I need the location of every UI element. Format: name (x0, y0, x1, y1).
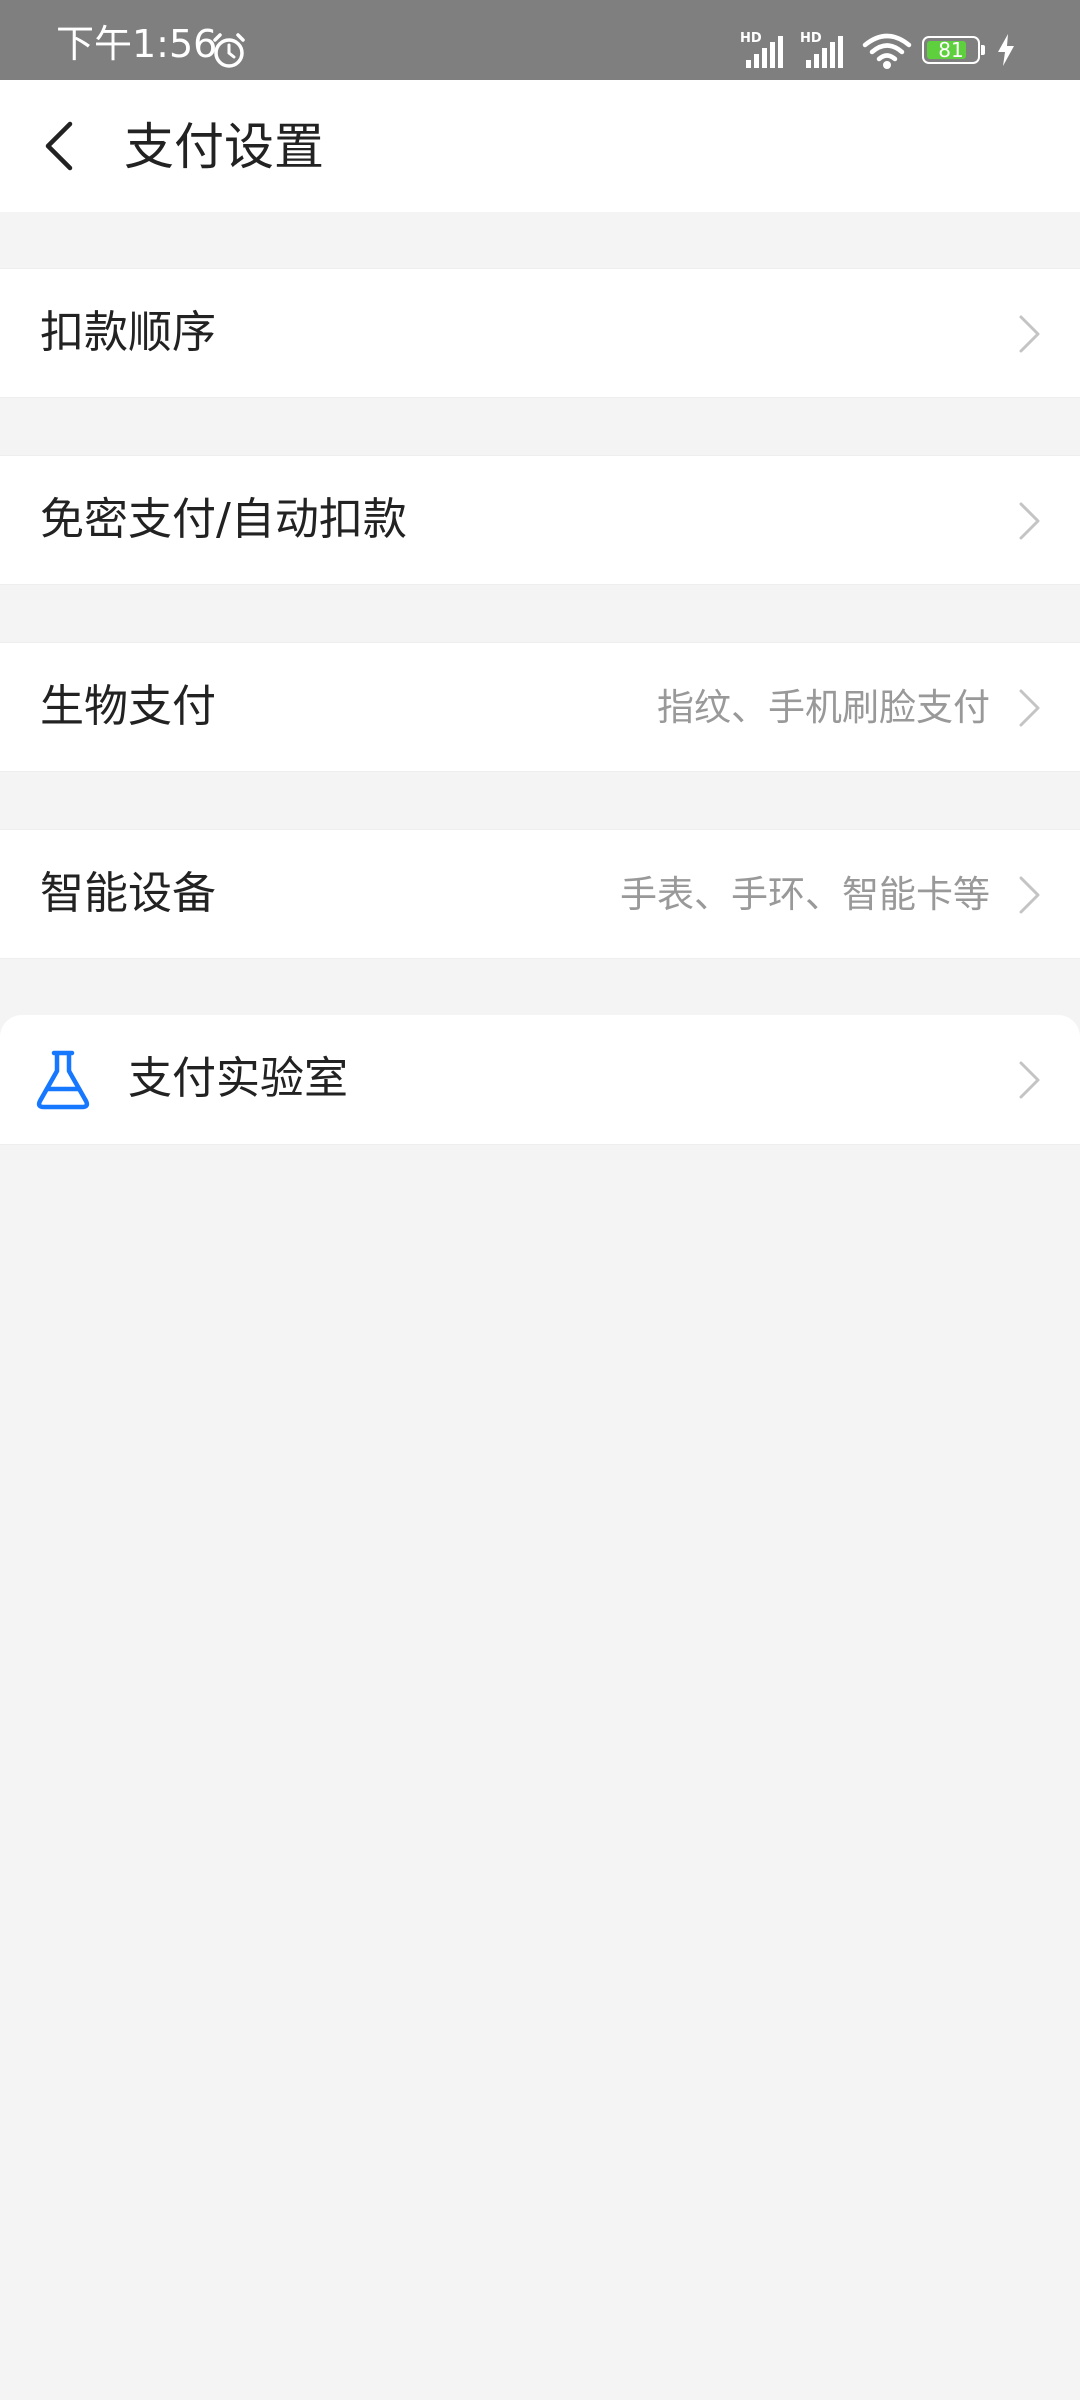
battery-tip (981, 45, 985, 55)
alarm-icon (213, 33, 245, 68)
chevron-right-icon (1019, 689, 1040, 727)
deduction-order-row[interactable]: 扣款顺序 (0, 268, 1080, 398)
status-time: 下午1:56 (56, 22, 218, 66)
password-free-payment-row[interactable]: 免密支付/自动扣款 (0, 455, 1080, 585)
chevron-right-icon (1019, 876, 1040, 914)
chevron-right-icon (1019, 315, 1040, 353)
biometric-payment-value: 指纹、手机刷脸支付 (657, 686, 990, 729)
payment-lab-row[interactable]: 支付实验室 (0, 1015, 1080, 1145)
payment-lab-label: 支付实验室 (128, 1053, 348, 1104)
flask-icon (36, 1050, 90, 1110)
battery-icon: 81 (922, 36, 980, 64)
back-button[interactable] (30, 114, 94, 178)
page-title: 支付设置 (124, 118, 324, 176)
smart-devices-label: 智能设备 (40, 868, 216, 919)
status-bar: 下午1:56 HD HD 81 (0, 0, 1080, 80)
signal-icon (806, 36, 843, 68)
nav-bar: 支付设置 (0, 80, 1080, 212)
status-icons: HD HD 81 (740, 30, 1030, 70)
smart-devices-row[interactable]: 智能设备 手表、手环、智能卡等 (0, 829, 1080, 959)
charging-icon (998, 34, 1014, 66)
wifi-icon (862, 33, 912, 69)
biometric-payment-row[interactable]: 生物支付 指纹、手机刷脸支付 (0, 642, 1080, 772)
battery-level: 81 (938, 38, 964, 62)
chevron-right-icon (1019, 502, 1040, 540)
smart-devices-value: 手表、手环、智能卡等 (620, 873, 990, 916)
password-free-payment-label: 免密支付/自动扣款 (40, 494, 407, 545)
biometric-payment-label: 生物支付 (40, 681, 216, 732)
deduction-order-label: 扣款顺序 (40, 307, 216, 358)
chevron-right-icon (1019, 1061, 1040, 1099)
signal-icon (746, 36, 783, 68)
